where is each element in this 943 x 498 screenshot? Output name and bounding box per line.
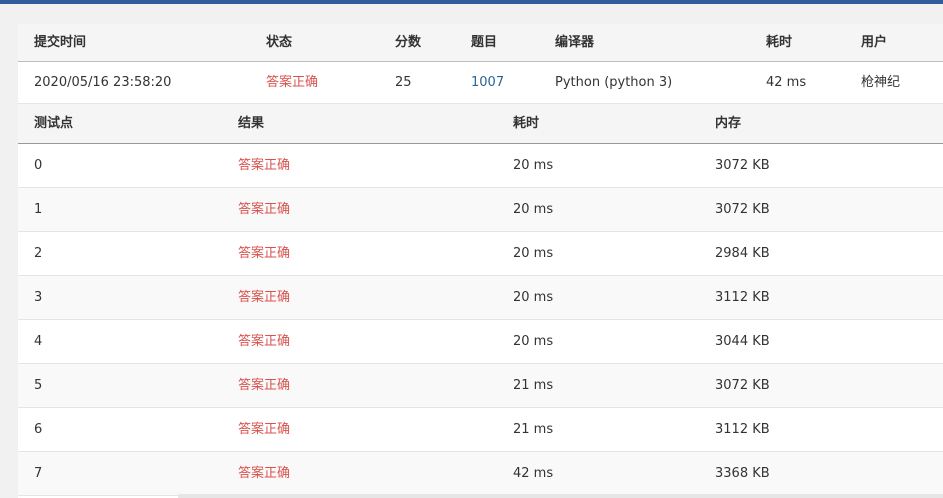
status-value: 答案正确 [266,75,319,90]
submit-time-value: 2020/05/16 23:58:20 [34,75,172,90]
test-result: 答案正确 [238,334,291,349]
test-memory: 2984 KB [715,246,770,261]
test-result: 答案正确 [238,466,291,481]
test-result: 答案正确 [238,202,291,217]
status-header: 状态 [266,35,293,50]
details-header-row: 测试点 结果 耗时 内存 [18,104,943,144]
test-case-id: 1 [34,202,43,217]
test-memory: 3072 KB [715,378,770,393]
test-result: 答案正确 [238,378,291,393]
test-time: 42 ms [513,466,554,481]
score-value: 25 [395,75,412,90]
score-header: 分数 [395,35,422,50]
table-row: 6 答案正确 21 ms 3112 KB [18,408,943,452]
test-case-id: 3 [34,290,43,305]
time-value: 42 ms [766,75,807,90]
test-result: 答案正确 [238,246,291,261]
table-row: 7 答案正确 42 ms 3368 KB [18,452,943,496]
test-memory: 3044 KB [715,334,770,349]
test-memory: 3112 KB [715,290,770,305]
test-case-id: 2 [34,246,43,261]
compiler-header: 编译器 [555,35,595,50]
test-case-id: 0 [34,158,43,173]
horizontal-scrollbar[interactable] [178,494,943,498]
table-row: 0 答案正确 20 ms 3072 KB [18,144,943,188]
table-row: 5 答案正确 21 ms 3072 KB [18,364,943,408]
test-time: 20 ms [513,246,554,261]
test-case-header: 测试点 [34,116,74,131]
test-case-id: 4 [34,334,43,349]
result-header: 结果 [238,116,265,131]
submit-time-header: 提交时间 [34,35,87,50]
test-case-id: 5 [34,378,43,393]
user-value: 枪神纪 [861,75,901,90]
problem-header: 题目 [471,35,498,50]
top-gap [0,4,943,24]
compiler-value: Python (python 3) [555,75,673,90]
left-gutter [0,4,18,498]
summary-header-row: 提交时间 状态 分数 题目 编译器 耗时 用户 [18,24,943,62]
test-memory: 3072 KB [715,202,770,217]
test-time: 20 ms [513,290,554,305]
test-time: 21 ms [513,422,554,437]
test-result: 答案正确 [238,290,291,305]
time-header: 耗时 [766,35,793,50]
test-memory: 3072 KB [715,158,770,173]
test-memory: 3368 KB [715,466,770,481]
test-time: 20 ms [513,202,554,217]
submission-panel: 提交时间 状态 分数 题目 编译器 耗时 用户 2020/05/16 23:58… [18,24,943,498]
detail-time-header: 耗时 [513,116,540,131]
test-result: 答案正确 [238,422,291,437]
test-result: 答案正确 [238,158,291,173]
problem-link[interactable]: 1007 [471,62,504,104]
table-row: 2 答案正确 20 ms 2984 KB [18,232,943,276]
table-row: 1 答案正确 20 ms 3072 KB [18,188,943,232]
test-time: 21 ms [513,378,554,393]
summary-row: 2020/05/16 23:58:20 答案正确 25 1007 Python … [18,62,943,104]
table-row: 3 答案正确 20 ms 3112 KB [18,276,943,320]
user-header: 用户 [861,35,888,50]
details-table-body: 0 答案正确 20 ms 3072 KB 1 答案正确 20 ms 3072 K… [18,144,943,496]
test-time: 20 ms [513,334,554,349]
table-row: 4 答案正确 20 ms 3044 KB [18,320,943,364]
test-case-id: 6 [34,422,43,437]
test-time: 20 ms [513,158,554,173]
test-case-id: 7 [34,466,43,481]
memory-header: 内存 [715,116,742,131]
test-memory: 3112 KB [715,422,770,437]
